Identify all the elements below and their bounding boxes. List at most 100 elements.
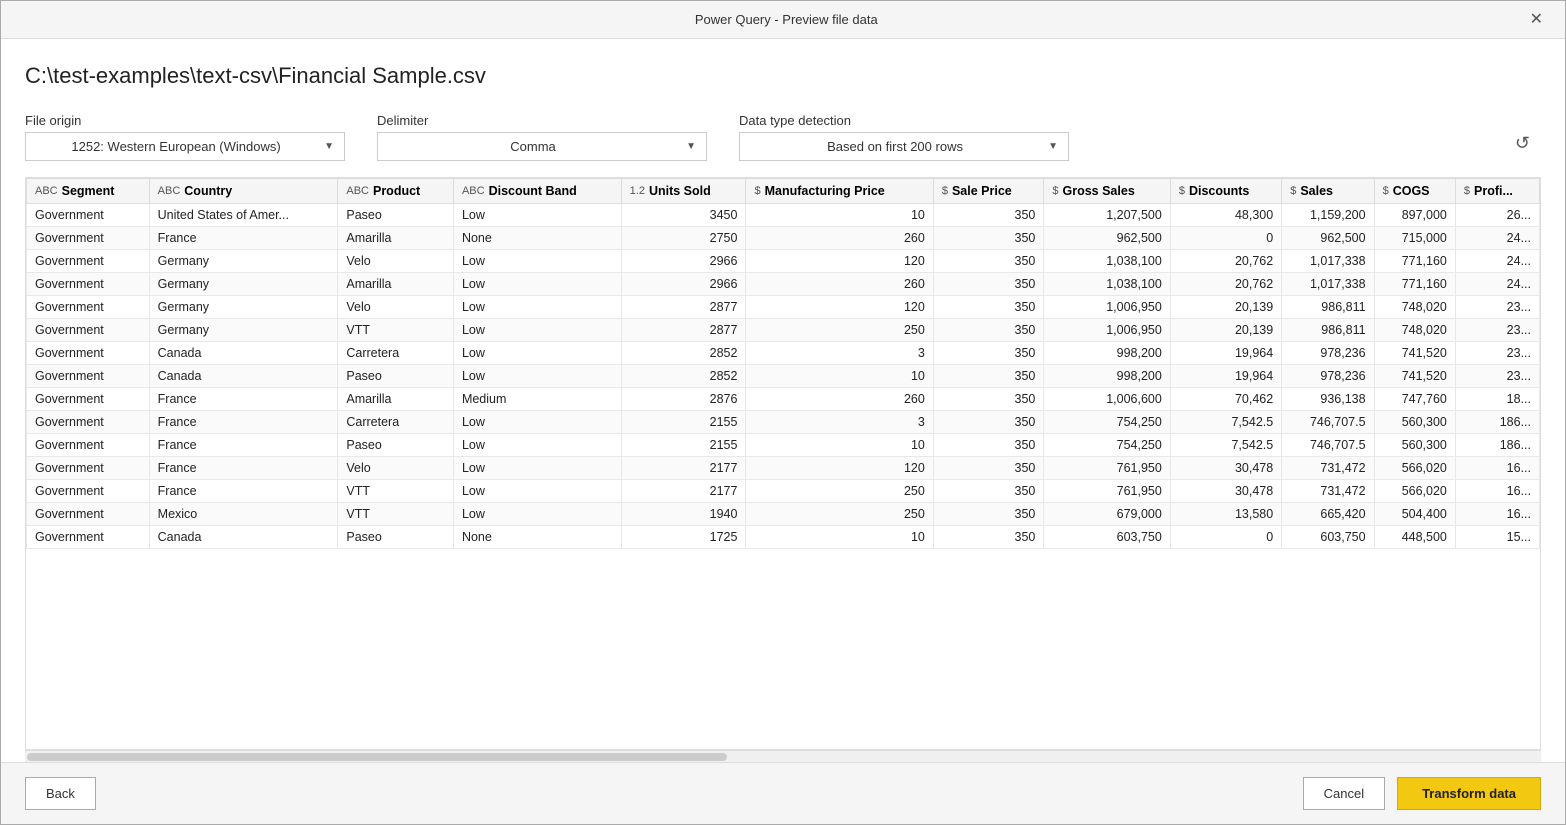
- table-cell: Government: [27, 434, 150, 457]
- table-cell: 1,038,100: [1044, 273, 1170, 296]
- table-cell: 0: [1170, 526, 1281, 549]
- col-label-country: Country: [184, 184, 232, 198]
- col-type-icon-units_sold: 1.2: [630, 185, 645, 197]
- table-cell: Government: [27, 503, 150, 526]
- footer: Back Cancel Transform data: [1, 762, 1565, 824]
- table-cell: 746,707.5: [1282, 411, 1374, 434]
- table-cell: Low: [453, 457, 621, 480]
- data-table: ABCSegmentABCCountryABCProductABCDiscoun…: [26, 178, 1540, 549]
- table-cell: 1725: [621, 526, 746, 549]
- back-button[interactable]: Back: [25, 777, 96, 810]
- controls-row: File origin 1252: Western European (Wind…: [25, 113, 1541, 161]
- table-cell: 350: [933, 273, 1044, 296]
- table-cell: Government: [27, 273, 150, 296]
- table-cell: Germany: [149, 250, 338, 273]
- table-cell: Paseo: [338, 365, 454, 388]
- table-cell: 2852: [621, 342, 746, 365]
- table-cell: 48,300: [1170, 204, 1281, 227]
- table-cell: 24...: [1455, 250, 1539, 273]
- file-origin-dropdown[interactable]: 1252: Western European (Windows) ▼: [25, 132, 345, 161]
- cancel-button[interactable]: Cancel: [1303, 777, 1385, 810]
- table-cell: 2877: [621, 319, 746, 342]
- refresh-button[interactable]: ↺: [1504, 126, 1541, 161]
- table-cell: Canada: [149, 342, 338, 365]
- table-cell: Paseo: [338, 526, 454, 549]
- table-cell: 350: [933, 411, 1044, 434]
- col-type-icon-cogs: $: [1383, 185, 1389, 197]
- table-cell: Low: [453, 503, 621, 526]
- table-cell: 2750: [621, 227, 746, 250]
- table-cell: 2966: [621, 273, 746, 296]
- col-header-profit: $Profi...: [1455, 179, 1539, 204]
- table-cell: 3: [746, 342, 933, 365]
- horizontal-scrollbar[interactable]: [25, 750, 1541, 762]
- chevron-down-icon: ▼: [1048, 141, 1058, 152]
- col-label-units_sold: Units Sold: [649, 184, 711, 198]
- col-header-units_sold: 1.2 Units Sold: [621, 179, 746, 204]
- transform-button[interactable]: Transform data: [1397, 777, 1541, 810]
- col-label-discounts: Discounts: [1189, 184, 1249, 198]
- table-cell: Carretera: [338, 342, 454, 365]
- delimiter-dropdown[interactable]: Comma ▼: [377, 132, 707, 161]
- table-cell: Government: [27, 480, 150, 503]
- table-cell: 30,478: [1170, 480, 1281, 503]
- table-cell: 741,520: [1374, 365, 1455, 388]
- table-cell: 978,236: [1282, 342, 1374, 365]
- table-cell: 23...: [1455, 296, 1539, 319]
- table-row: GovernmentUnited States of Amer...PaseoL…: [27, 204, 1540, 227]
- table-cell: None: [453, 227, 621, 250]
- close-button[interactable]: ✕: [1524, 10, 1549, 30]
- table-cell: 2177: [621, 457, 746, 480]
- table-cell: 10: [746, 365, 933, 388]
- table-cell: Low: [453, 434, 621, 457]
- table-cell: 2966: [621, 250, 746, 273]
- table-cell: 20,762: [1170, 250, 1281, 273]
- table-cell: Government: [27, 526, 150, 549]
- table-cell: 754,250: [1044, 411, 1170, 434]
- table-row: GovernmentCanadaPaseoNone172510350603,75…: [27, 526, 1540, 549]
- table-cell: 1,159,200: [1282, 204, 1374, 227]
- table-row: GovernmentGermanyVeloLow29661203501,038,…: [27, 250, 1540, 273]
- table-cell: Low: [453, 365, 621, 388]
- col-type-icon-product: ABC: [346, 185, 369, 197]
- table-cell: 603,750: [1282, 526, 1374, 549]
- table-cell: 897,000: [1374, 204, 1455, 227]
- table-cell: Government: [27, 365, 150, 388]
- table-cell: 350: [933, 388, 1044, 411]
- table-cell: Germany: [149, 296, 338, 319]
- table-body: GovernmentUnited States of Amer...PaseoL…: [27, 204, 1540, 549]
- col-label-segment: Segment: [62, 184, 115, 198]
- col-label-product: Product: [373, 184, 420, 198]
- scroll-thumb[interactable]: [27, 753, 727, 761]
- table-cell: 603,750: [1044, 526, 1170, 549]
- table-cell: 761,950: [1044, 457, 1170, 480]
- table-cell: 20,762: [1170, 273, 1281, 296]
- table-cell: 962,500: [1282, 227, 1374, 250]
- table-cell: 1,017,338: [1282, 273, 1374, 296]
- table-cell: 566,020: [1374, 480, 1455, 503]
- table-cell: 2877: [621, 296, 746, 319]
- file-path: C:\test-examples\text-csv\Financial Samp…: [25, 63, 1541, 89]
- delimiter-group: Delimiter Comma ▼: [377, 113, 707, 161]
- table-cell: Medium: [453, 388, 621, 411]
- file-origin-value: 1252: Western European (Windows): [36, 139, 316, 154]
- table-cell: 1,017,338: [1282, 250, 1374, 273]
- table-cell: Government: [27, 319, 150, 342]
- table-cell: Government: [27, 227, 150, 250]
- table-cell: Low: [453, 342, 621, 365]
- table-cell: Germany: [149, 319, 338, 342]
- table-cell: 1,006,950: [1044, 296, 1170, 319]
- table-cell: 350: [933, 319, 1044, 342]
- table-row: GovernmentFranceVTTLow2177250350761,9503…: [27, 480, 1540, 503]
- table-cell: Government: [27, 204, 150, 227]
- table-row: GovernmentGermanyAmarillaLow29662603501,…: [27, 273, 1540, 296]
- table-row: GovernmentFranceCarreteraLow21553350754,…: [27, 411, 1540, 434]
- col-header-gross_sales: $Gross Sales: [1044, 179, 1170, 204]
- data-table-container[interactable]: ABCSegmentABCCountryABCProductABCDiscoun…: [25, 177, 1541, 750]
- detection-dropdown[interactable]: Based on first 200 rows ▼: [739, 132, 1069, 161]
- table-cell: 679,000: [1044, 503, 1170, 526]
- table-cell: 18...: [1455, 388, 1539, 411]
- col-type-icon-segment: ABC: [35, 185, 58, 197]
- table-cell: 23...: [1455, 365, 1539, 388]
- table-row: GovernmentFranceAmarillaMedium2876260350…: [27, 388, 1540, 411]
